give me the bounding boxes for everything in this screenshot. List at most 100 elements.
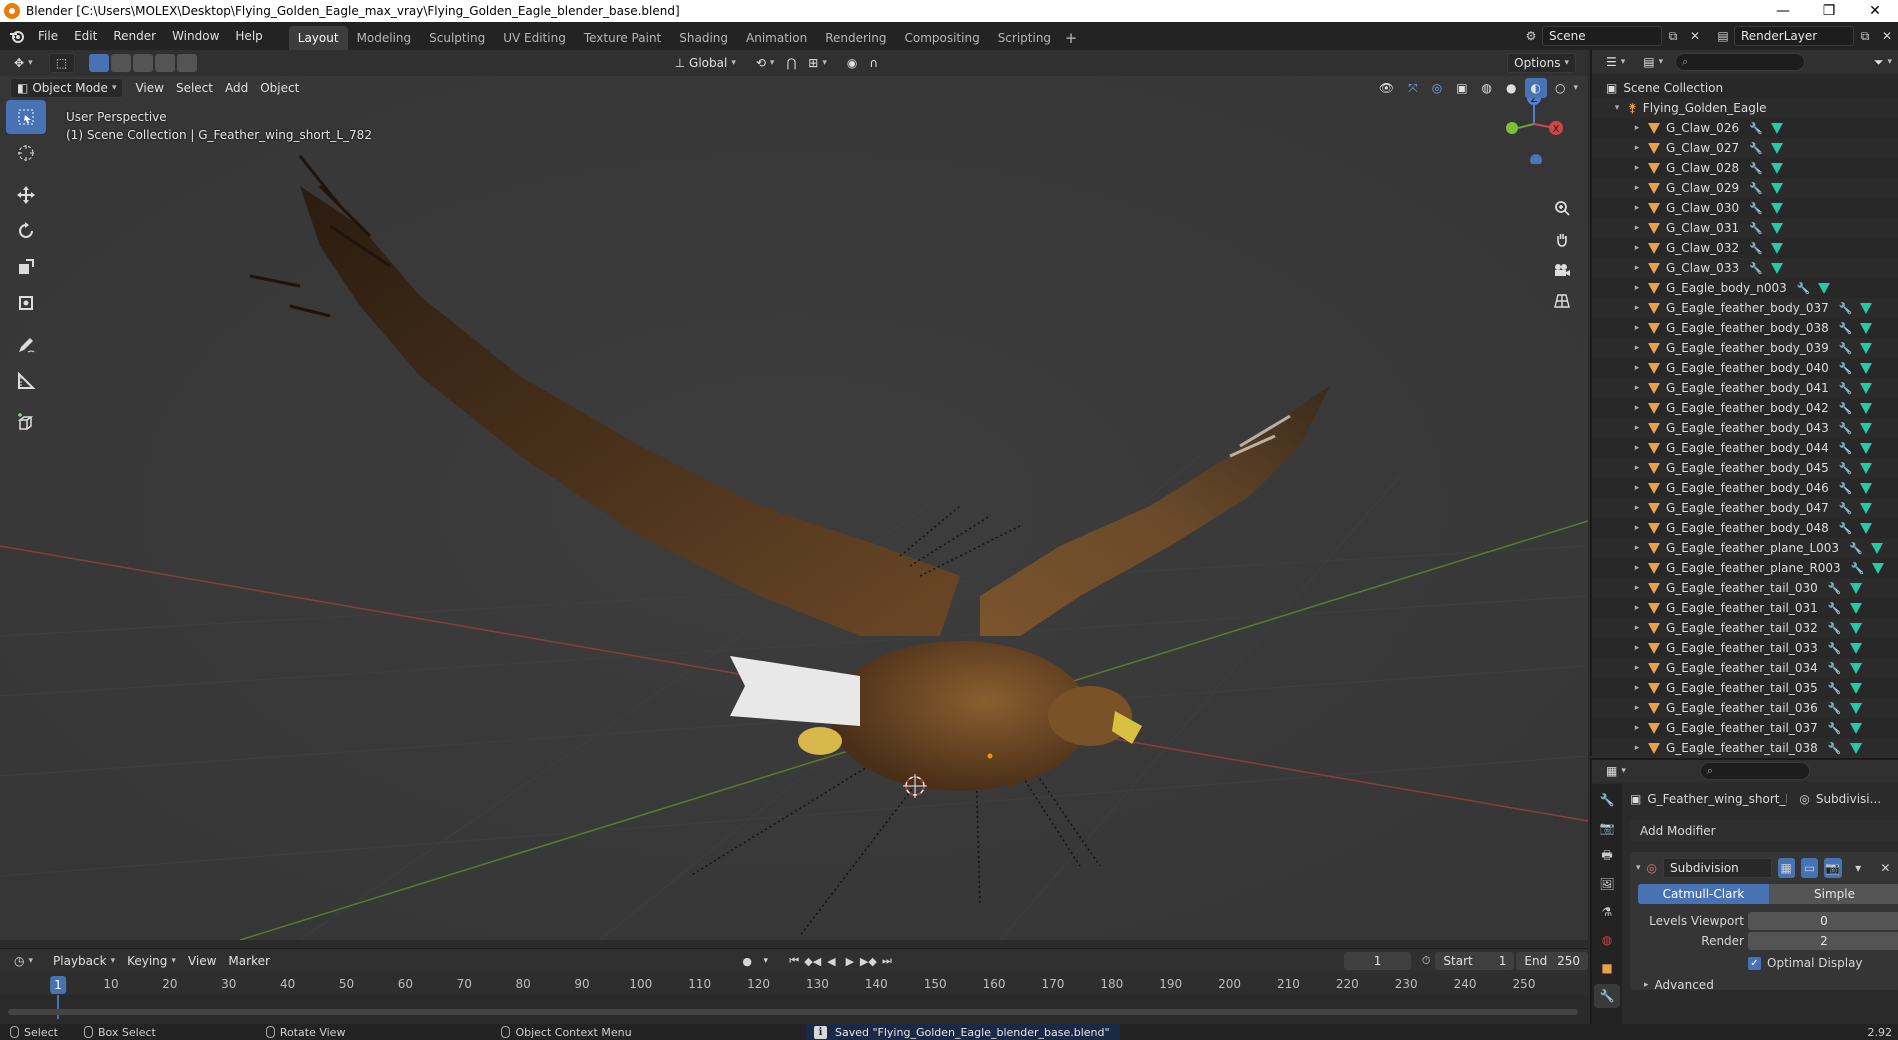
jump-end-button[interactable]: ⏭: [878, 952, 897, 970]
outliner-item[interactable]: ▸ G_Eagle_feather_body_044 🔧: [1592, 438, 1898, 458]
outliner-item[interactable]: ▸ G_Eagle_feather_plane_L003 🔧: [1592, 538, 1898, 558]
filter-dropdown[interactable]: ⏷ ▾: [1868, 52, 1898, 72]
mesh-data-icon[interactable]: [1818, 282, 1831, 294]
delete-scene-icon[interactable]: ✕: [1684, 26, 1706, 46]
select-invert-mode-button[interactable]: [154, 54, 175, 72]
expand-arrow-icon[interactable]: ▸: [1632, 483, 1642, 493]
proportional-falloff-dropdown[interactable]: ∩: [863, 53, 884, 73]
expand-arrow-icon[interactable]: ▸: [1632, 343, 1642, 353]
outliner-item[interactable]: ▸ G_Eagle_feather_body_039 🔧: [1592, 338, 1898, 358]
mesh-data-icon[interactable]: [1770, 242, 1783, 254]
outliner-item[interactable]: ▸ G_Eagle_feather_tail_035 🔧: [1592, 678, 1898, 698]
outliner-item[interactable]: ▸ G_Eagle_feather_body_040 🔧: [1592, 358, 1898, 378]
outliner-item[interactable]: ▸ G_Eagle_feather_body_041 🔧: [1592, 378, 1898, 398]
current-frame-indicator[interactable]: 1: [50, 976, 66, 994]
mesh-data-icon[interactable]: [1770, 262, 1783, 274]
tab-texture-paint[interactable]: Texture Paint: [575, 26, 670, 50]
grid-perspective-icon[interactable]: [1549, 287, 1575, 315]
advanced-subpanel[interactable]: ▸ Advanced: [1644, 978, 1714, 992]
tab-rendering[interactable]: Rendering: [816, 26, 895, 50]
gizmo-neg-z-axis[interactable]: [1530, 154, 1542, 164]
delete-view-layer-icon[interactable]: ✕: [1876, 26, 1898, 46]
select-intersect-mode-button[interactable]: [176, 54, 197, 72]
mesh-data-icon[interactable]: [1770, 142, 1783, 154]
pivot-point-dropdown[interactable]: ⟲ ▾: [750, 53, 781, 73]
outliner-item[interactable]: ▸ G_Eagle_feather_tail_030 🔧: [1592, 578, 1898, 598]
transform-tool[interactable]: [6, 286, 46, 320]
modifier-wrench-icon[interactable]: 🔧: [1839, 302, 1853, 315]
modifier-wrench-icon[interactable]: 🔧: [1839, 462, 1853, 475]
properties-editor-type[interactable]: ▦ ▾: [1600, 761, 1632, 781]
tab-shading[interactable]: Shading: [670, 26, 737, 50]
add-workspace-button[interactable]: +: [1060, 26, 1082, 50]
mesh-data-icon[interactable]: [1770, 182, 1783, 194]
outliner-item[interactable]: ▸ G_Eagle_feather_body_047 🔧: [1592, 498, 1898, 518]
mode-dropdown[interactable]: ◧ Object Mode ▾: [10, 78, 124, 98]
expand-arrow-icon[interactable]: ▸: [1632, 443, 1642, 453]
tab-layout[interactable]: Layout: [288, 26, 348, 50]
outliner-item[interactable]: ▸ G_Eagle_feather_tail_036 🔧: [1592, 698, 1898, 718]
mesh-data-icon[interactable]: [1770, 122, 1783, 134]
modifier-wrench-icon[interactable]: 🔧: [1828, 682, 1842, 695]
mesh-data-icon[interactable]: [1872, 562, 1885, 574]
menu-select[interactable]: Select: [170, 78, 219, 98]
mesh-data-icon[interactable]: [1860, 302, 1873, 314]
expand-arrow-icon[interactable]: ▸: [1632, 263, 1642, 273]
expand-arrow-icon[interactable]: ▸: [1632, 223, 1642, 233]
annotate-tool[interactable]: [6, 328, 46, 362]
outliner-item[interactable]: ▸ G_Eagle_feather_body_048 🔧: [1592, 518, 1898, 538]
menu-view[interactable]: View: [129, 78, 169, 98]
chevron-down-icon[interactable]: ▾: [1573, 83, 1578, 93]
expand-arrow-icon[interactable]: ▸: [1632, 643, 1642, 653]
gizmo-toggle-icon[interactable]: ⤧: [1402, 78, 1424, 98]
scene-icon[interactable]: ⚙: [1520, 26, 1542, 46]
modifier-wrench-icon[interactable]: 🔧: [1828, 602, 1842, 615]
expand-arrow-icon[interactable]: ▸: [1632, 543, 1642, 553]
menu-marker[interactable]: Marker: [222, 951, 275, 971]
scene-field[interactable]: Scene: [1542, 26, 1662, 46]
add-modifier-dropdown[interactable]: Add Modifier: [1630, 820, 1898, 842]
mesh-data-icon[interactable]: [1860, 422, 1873, 434]
expand-arrow-icon[interactable]: ▾: [1612, 103, 1622, 113]
overlay-toggle-icon[interactable]: ◎: [1426, 78, 1448, 98]
select-new-mode-button[interactable]: [88, 54, 109, 72]
modifier-wrench-icon[interactable]: 🔧: [1851, 562, 1865, 575]
menu-timeline-view[interactable]: View: [182, 951, 222, 971]
expand-arrow-icon[interactable]: ▸: [1632, 623, 1642, 633]
outliner-item[interactable]: ▸ G_Claw_026 🔧: [1592, 118, 1898, 138]
outliner-item[interactable]: ▸ G_Claw_033 🔧: [1592, 258, 1898, 278]
expand-arrow-icon[interactable]: ▸: [1632, 123, 1642, 133]
menu-add[interactable]: Add: [219, 78, 254, 98]
mesh-data-icon[interactable]: [1849, 702, 1862, 714]
expand-arrow-icon[interactable]: ▸: [1632, 743, 1642, 753]
modifier-wrench-icon[interactable]: 🔧: [1749, 202, 1763, 215]
view-layer-field[interactable]: RenderLayer: [1734, 26, 1854, 46]
modifier-wrench-icon[interactable]: 🔧: [1749, 122, 1763, 135]
mesh-data-icon[interactable]: [1770, 162, 1783, 174]
outliner-item[interactable]: ▸ G_Eagle_feather_plane_R003 🔧: [1592, 558, 1898, 578]
expand-arrow-icon[interactable]: ▸: [1632, 183, 1642, 193]
remove-modifier-icon[interactable]: ✕: [1875, 858, 1896, 878]
camera-view-icon[interactable]: [1549, 256, 1575, 284]
modifier-wrench-icon[interactable]: 🔧: [1839, 382, 1853, 395]
modifier-wrench-icon[interactable]: 🔧: [1749, 162, 1763, 175]
mesh-data-icon[interactable]: [1860, 382, 1873, 394]
expand-arrow-icon[interactable]: ▸: [1632, 583, 1642, 593]
record-options-icon[interactable]: ▾: [756, 952, 775, 970]
levels-viewport-field[interactable]: 0: [1748, 912, 1898, 930]
solid-shading-icon[interactable]: ●: [1500, 78, 1522, 98]
mesh-data-icon[interactable]: [1849, 662, 1862, 674]
mesh-data-icon[interactable]: [1860, 442, 1873, 454]
outliner-item[interactable]: ▸ G_Eagle_feather_tail_037 🔧: [1592, 718, 1898, 738]
menu-object[interactable]: Object: [254, 78, 305, 98]
expand-arrow-icon[interactable]: ▸: [1632, 303, 1642, 313]
modifier-wrench-icon[interactable]: 🔧: [1749, 262, 1763, 275]
render-tab-icon[interactable]: 📷: [1594, 816, 1620, 840]
outliner-item[interactable]: ▸ G_Eagle_feather_tail_032 🔧: [1592, 618, 1898, 638]
timeline-ruler[interactable]: 10 20 30 40 50 60 70 80 90 100 110 120 130 140 150 160 1…: [0, 973, 1588, 995]
scene-tab-icon[interactable]: ⚗: [1594, 900, 1620, 924]
world-tab-icon[interactable]: ◍: [1594, 928, 1620, 952]
mesh-data-icon[interactable]: [1849, 642, 1862, 654]
menu-render[interactable]: Render: [105, 25, 164, 47]
edit-mode-toggle-icon[interactable]: ▦: [1777, 858, 1795, 878]
